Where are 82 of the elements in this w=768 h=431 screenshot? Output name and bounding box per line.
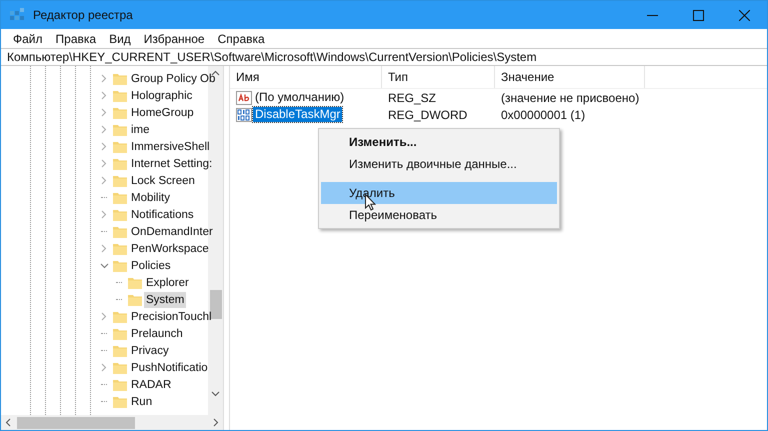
menu-item[interactable]: Избранное bbox=[138, 32, 211, 46]
tree-item[interactable]: PrecisionTouchl bbox=[129, 308, 214, 324]
folder-icon bbox=[112, 72, 128, 86]
folder-icon bbox=[112, 326, 128, 340]
tree-item[interactable]: Run bbox=[129, 394, 154, 410]
string-value-icon bbox=[236, 90, 252, 104]
tree-item[interactable]: PushNotificatio bbox=[129, 360, 210, 376]
folder-icon bbox=[112, 378, 128, 392]
folder-icon bbox=[112, 122, 128, 136]
expand-chevron-icon[interactable] bbox=[99, 159, 109, 168]
tree-item[interactable]: Holographic bbox=[129, 88, 194, 104]
menu-item[interactable]: Справка bbox=[212, 32, 271, 46]
folder-icon bbox=[112, 174, 128, 188]
expand-chevron-icon[interactable] bbox=[99, 142, 109, 151]
tree-item[interactable]: PenWorkspace bbox=[129, 240, 211, 256]
expand-chevron-icon[interactable] bbox=[99, 210, 109, 219]
folder-icon bbox=[112, 190, 128, 204]
window-title: Редактор реестра bbox=[33, 8, 133, 22]
folder-icon bbox=[112, 106, 128, 120]
tree-item[interactable]: System bbox=[144, 292, 186, 308]
menu-item[interactable]: Изменить двоичные данные... bbox=[321, 153, 557, 175]
expand-chevron-icon[interactable] bbox=[99, 244, 109, 253]
expand-chevron-icon[interactable] bbox=[99, 363, 109, 372]
menu-item[interactable]: Файл bbox=[7, 32, 49, 46]
folder-icon bbox=[112, 258, 128, 272]
folder-icon bbox=[112, 140, 128, 154]
tree-item[interactable]: Internet Setting: bbox=[129, 156, 214, 172]
folder-icon bbox=[112, 224, 128, 238]
value-name[interactable]: DisableTaskMgr bbox=[253, 107, 342, 122]
folder-icon bbox=[112, 156, 128, 170]
table-cell-text: 0x00000001 (1) bbox=[500, 108, 586, 122]
address-field[interactable]: Компьютер\HKEY_CURRENT_USER\Software\Microsoft\Windows\CurrentVersion\Policies\System bbox=[1, 48, 767, 66]
registry-cubes-icon bbox=[9, 7, 25, 23]
scrollbar-thumb[interactable] bbox=[17, 416, 135, 428]
binary-value-icon bbox=[236, 108, 252, 122]
scroll-down-icon bbox=[211, 391, 220, 397]
tree-item[interactable]: Group Policy Ob bbox=[129, 70, 218, 86]
menu-item[interactable]: Переименовать bbox=[321, 204, 557, 226]
tree-item[interactable]: Privacy bbox=[129, 342, 171, 358]
tree-item[interactable]: Explorer bbox=[144, 274, 191, 290]
folder-icon bbox=[112, 344, 128, 358]
menu-item[interactable]: Вид bbox=[103, 32, 137, 46]
folder-icon bbox=[127, 276, 143, 290]
column-header[interactable]: Значение bbox=[495, 66, 645, 88]
collapse-chevron-icon[interactable] bbox=[99, 262, 109, 268]
tree-item[interactable]: HomeGroup bbox=[129, 104, 196, 120]
tree-item[interactable]: ImmersiveShell bbox=[129, 138, 212, 154]
tree-item[interactable]: Prelaunch bbox=[129, 326, 185, 342]
table-cell-text: REG_SZ bbox=[387, 90, 438, 104]
scrollbar-thumb[interactable] bbox=[210, 290, 222, 319]
folder-icon bbox=[112, 360, 128, 374]
tree-item[interactable]: OnDemandInter bbox=[129, 224, 215, 240]
folder-icon bbox=[127, 292, 143, 306]
value-name[interactable]: (По умолчанию) bbox=[253, 90, 346, 105]
tree-item[interactable]: Lock Screen bbox=[129, 172, 197, 188]
column-header[interactable]: Имя bbox=[230, 66, 382, 88]
expand-chevron-icon[interactable] bbox=[99, 91, 109, 100]
expand-chevron-icon[interactable] bbox=[99, 176, 109, 185]
expand-chevron-icon[interactable] bbox=[99, 312, 109, 321]
close-icon bbox=[738, 10, 750, 20]
expand-chevron-icon[interactable] bbox=[99, 74, 109, 83]
expand-chevron-icon[interactable] bbox=[99, 125, 109, 134]
maximize-icon bbox=[692, 10, 704, 20]
folder-icon bbox=[112, 242, 128, 256]
tree-item[interactable]: Policies bbox=[129, 258, 173, 274]
menu-item[interactable]: Правка bbox=[50, 32, 102, 46]
folder-icon bbox=[112, 394, 128, 408]
tree-item[interactable]: ime bbox=[129, 122, 152, 138]
folder-icon bbox=[112, 208, 128, 222]
tree-item[interactable]: Mobility bbox=[129, 190, 172, 206]
scroll-left-icon bbox=[5, 418, 11, 427]
column-header[interactable]: Тип bbox=[382, 66, 495, 88]
tree-item[interactable]: RADAR bbox=[129, 376, 174, 392]
folder-icon bbox=[112, 88, 128, 102]
horizontal-scrollbar[interactable] bbox=[1, 415, 223, 430]
expand-chevron-icon[interactable] bbox=[99, 108, 109, 117]
menu-item[interactable]: Изменить... bbox=[321, 131, 557, 153]
table-cell-text: (значение не присвоено) bbox=[500, 90, 640, 104]
folder-icon bbox=[112, 310, 128, 324]
table-cell-text: REG_DWORD bbox=[387, 108, 468, 122]
tree-item[interactable]: Notifications bbox=[129, 206, 196, 222]
scroll-right-icon bbox=[213, 418, 219, 427]
